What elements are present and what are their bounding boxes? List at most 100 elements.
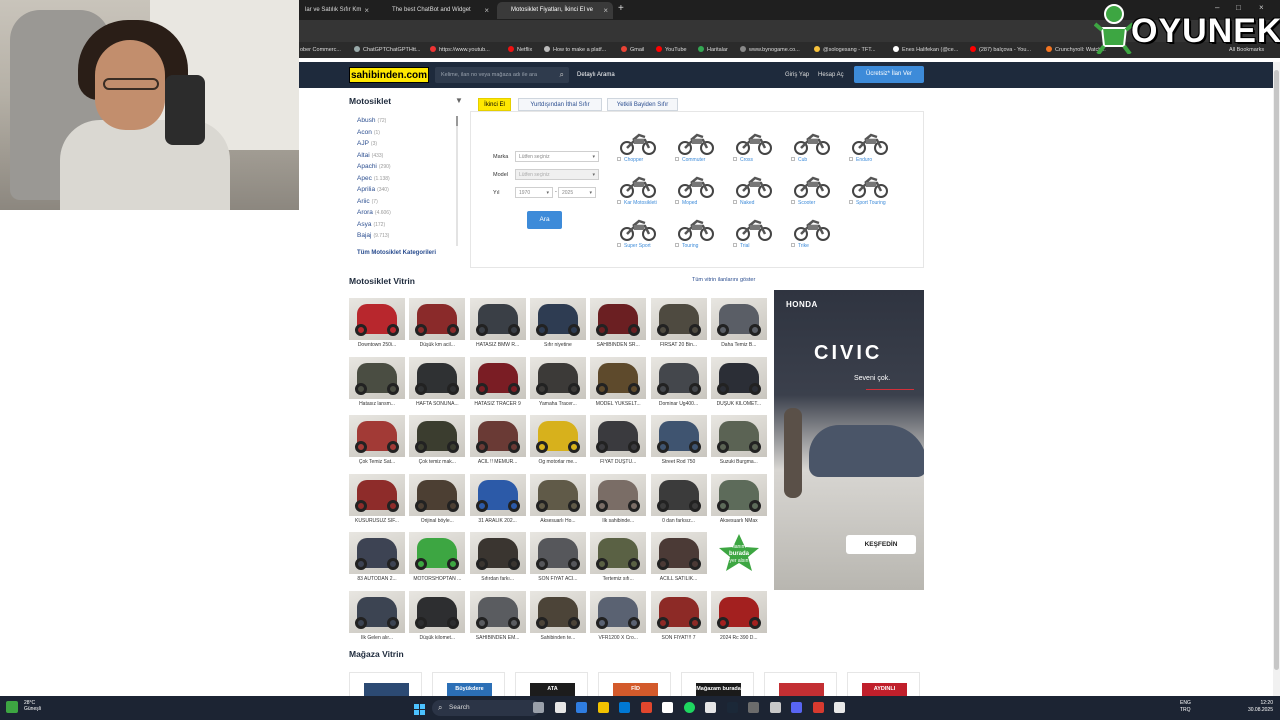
vitrin-listing[interactable]: SAHİBİNDEN SR... xyxy=(590,298,647,353)
file-explorer-icon[interactable] xyxy=(597,702,609,713)
vitrin-listing[interactable]: Daha Temiz B... xyxy=(710,298,767,353)
moto-type-option[interactable]: Trike xyxy=(791,217,841,257)
category-item[interactable]: Acon (1) xyxy=(357,129,457,141)
moto-type-option[interactable]: Cub xyxy=(791,131,841,171)
spotify-icon[interactable] xyxy=(683,702,695,713)
weather-widget[interactable]: 28°C Güneşli xyxy=(24,700,41,712)
bookmark-item[interactable]: Netflix xyxy=(508,42,532,58)
checkbox[interactable] xyxy=(791,200,795,204)
vitrin-listing[interactable]: Street Rod 750 xyxy=(650,415,707,470)
year-from-select[interactable]: 1970 ▾ xyxy=(515,187,553,198)
checkbox[interactable] xyxy=(791,157,795,161)
taskbar-clock[interactable]: 12:20 30.08.2025 xyxy=(1245,700,1273,714)
advanced-search-link[interactable]: Detaylı Arama xyxy=(577,67,615,83)
checkbox[interactable] xyxy=(733,200,737,204)
magaza-store[interactable]: ATA xyxy=(515,672,588,697)
vitrin-listing[interactable]: MOTORSHOPTAN ... xyxy=(409,532,466,587)
vitrin-all-link[interactable]: Tüm vitrin ilanlarını göster xyxy=(692,277,755,283)
model-select[interactable]: Lütfen seçiniz ▾ xyxy=(515,169,599,180)
filter-icon[interactable]: ▼ xyxy=(455,96,463,105)
category-item[interactable]: Apec (1.138) xyxy=(357,175,457,187)
login-link[interactable]: Giriş Yap xyxy=(785,67,809,83)
discord-icon[interactable] xyxy=(791,702,802,713)
vitrin-listing[interactable]: Düşük kilomet... xyxy=(409,590,466,646)
moto-type-option[interactable]: Kar Motosikleti xyxy=(617,174,667,214)
moto-type-option[interactable]: Commuter xyxy=(675,131,725,171)
bookmark-item[interactable]: ChatGPTChatGPTHtt... xyxy=(354,42,420,58)
search-input[interactable]: Kelime, ilan no veya mağaza adı ile ara … xyxy=(435,67,569,83)
category-item[interactable]: AJP (3) xyxy=(357,140,457,152)
brand-select[interactable]: Lütfen seçiniz ▾ xyxy=(515,151,599,162)
bookmark-item[interactable]: (287) balçova - You... xyxy=(970,42,1031,58)
bookmark-item[interactable]: How to make a platf... xyxy=(544,42,606,58)
vitrin-listing[interactable]: Aksesuarlı Ho... xyxy=(529,473,586,529)
register-link[interactable]: Hesap Aç xyxy=(818,67,844,83)
new-tab-button[interactable]: + xyxy=(618,3,624,14)
bookmark-item[interactable]: @sologesang - TFT... xyxy=(814,42,876,58)
year-to-select[interactable]: 2025 ▾ xyxy=(558,187,596,198)
checkbox[interactable] xyxy=(849,200,853,204)
vitrin-listing[interactable]: DÜŞÜK KİLOMET... xyxy=(710,356,767,412)
taskbar-search[interactable]: ⌕ Search xyxy=(432,700,540,716)
moto-type-option[interactable]: Cross xyxy=(733,131,783,171)
close-tab-icon[interactable]: × xyxy=(484,2,489,19)
vitrin-listing[interactable]: SON FİYAT ACİ... xyxy=(529,532,586,587)
vitrin-listing[interactable]: ACİL !! MEMUR... xyxy=(469,415,526,470)
vitrin-listing[interactable]: Düşük km acil... xyxy=(409,298,466,353)
post-ad-button[interactable]: Ücretsiz* İlan Ver xyxy=(854,66,924,83)
magaza-store[interactable]: Mağazam burada xyxy=(681,672,754,697)
category-scrollbar[interactable] xyxy=(456,116,458,246)
vitrin-listing[interactable]: 83 AUTODAN 2... xyxy=(349,532,405,587)
app-icon[interactable] xyxy=(748,702,759,713)
moto-type-option[interactable]: Trial xyxy=(733,217,783,257)
maximize-icon[interactable]: □ xyxy=(1236,3,1241,12)
bookmark-item[interactable]: https://www.youtub... xyxy=(430,42,490,58)
bookmark-item[interactable]: ober Commerc... xyxy=(300,42,341,58)
vitrin-listing[interactable]: Orijinal böyle... xyxy=(409,473,466,529)
vitrin-listing[interactable]: SON FİYAT!!! 7 xyxy=(650,590,707,646)
weather-icon[interactable] xyxy=(6,701,18,713)
outlook-icon[interactable] xyxy=(619,702,630,713)
category-item[interactable]: Aprilia (340) xyxy=(357,186,457,198)
checkbox[interactable] xyxy=(733,157,737,161)
terminal-icon[interactable] xyxy=(705,702,716,713)
site-logo[interactable]: sahibinden.com xyxy=(349,67,429,83)
minimize-icon[interactable]: – xyxy=(1215,3,1219,12)
vitrin-listing[interactable]: SAHİBİNDEN EM... xyxy=(469,590,526,646)
chrome-icon[interactable] xyxy=(640,702,652,713)
category-item[interactable]: Arora (4.606) xyxy=(357,209,457,221)
moto-type-option[interactable]: Naked xyxy=(733,174,783,214)
vitrin-listing[interactable]: İlanım burada yer alsın xyxy=(711,532,767,587)
checkbox[interactable] xyxy=(849,157,853,161)
vitrin-listing[interactable]: 2024 Rc 390 D... xyxy=(710,590,767,646)
category-item[interactable]: Abush (72) xyxy=(357,117,457,129)
page-scrollbar[interactable] xyxy=(1273,62,1280,696)
vitrin-listing[interactable]: İlk sahibinde... xyxy=(590,473,647,529)
vitrin-listing[interactable]: Sıfırdan farkı... xyxy=(469,532,526,587)
task-view-icon[interactable] xyxy=(554,702,566,713)
windows-start-icon[interactable] xyxy=(414,702,425,715)
all-categories-link[interactable]: Tüm Motosiklet Kategorileri xyxy=(357,250,436,256)
moto-type-option[interactable]: Touring xyxy=(675,217,725,257)
app-icon[interactable] xyxy=(834,702,845,713)
vitrin-listing[interactable]: Sahibinden te... xyxy=(529,590,586,646)
vitrin-listing[interactable]: Suzuki Burgma... xyxy=(710,415,767,470)
category-item[interactable]: Asya (172) xyxy=(357,221,457,233)
bookmark-item[interactable]: Enes Halifekan (@ce... xyxy=(893,42,958,58)
browser-tab-active[interactable]: Motosiklet Fiyatları, İkinci El ve × xyxy=(497,2,613,19)
moto-type-option[interactable]: Scooter xyxy=(791,174,841,214)
magaza-store[interactable] xyxy=(764,672,837,697)
tab-ikinci-el[interactable]: İkinci El xyxy=(478,98,511,111)
magaza-store[interactable]: Büyükdere xyxy=(432,672,505,697)
checkbox[interactable] xyxy=(675,200,679,204)
language-indicator[interactable]: ENG TRQ xyxy=(1180,700,1191,714)
vitrin-listing[interactable]: KUSURUSUZ SIF... xyxy=(349,473,405,529)
vitrin-listing[interactable]: Tertemiz sıfı... xyxy=(590,532,647,587)
category-item[interactable]: Apachi (290) xyxy=(357,163,457,175)
vitrin-listing[interactable]: ACİLL SATILIK... xyxy=(650,532,707,587)
vitrin-listing[interactable]: Yamaha Tracer... xyxy=(529,356,586,412)
ad-cta-button[interactable]: KEŞFEDİN xyxy=(846,535,916,554)
vitrin-listing[interactable]: Çok Temiz Sat... xyxy=(349,415,405,470)
checkbox[interactable] xyxy=(791,243,795,247)
vitrin-listing[interactable]: Çok temiz mak... xyxy=(409,415,466,470)
